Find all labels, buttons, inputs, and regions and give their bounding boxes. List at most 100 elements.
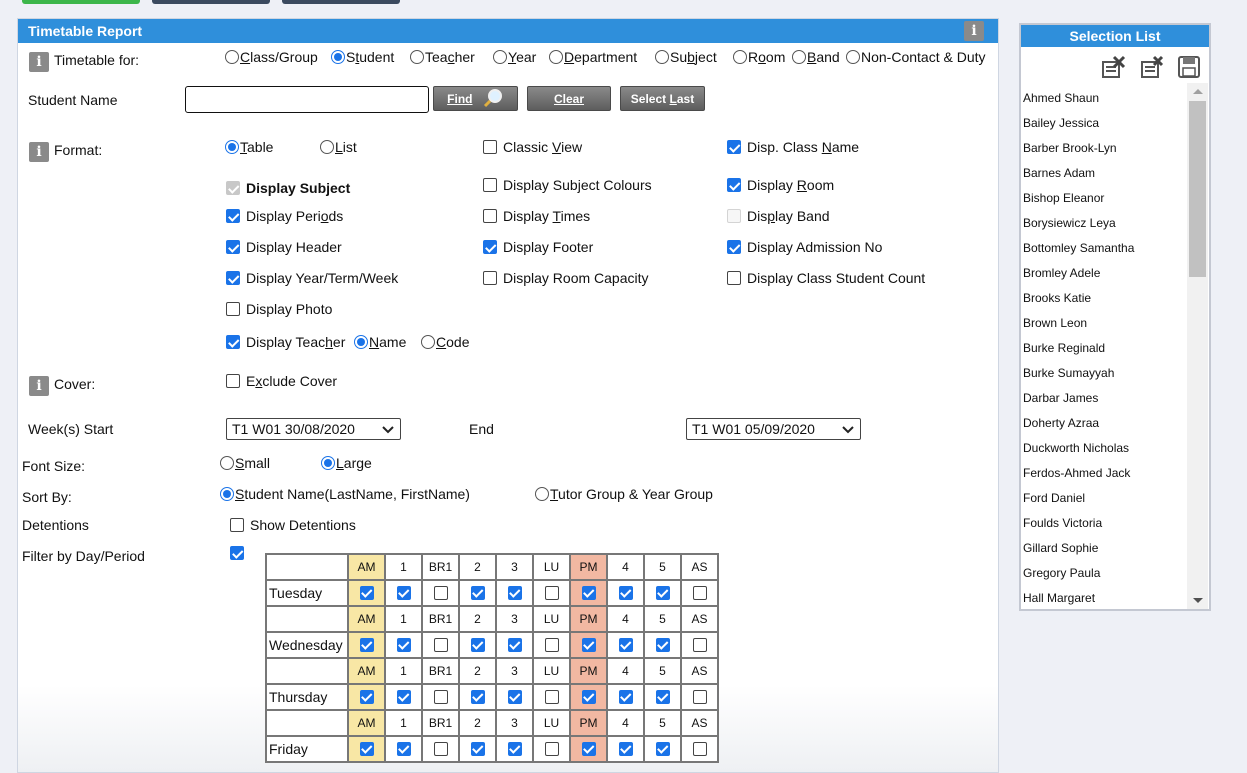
- period-checkbox[interactable]: [433, 741, 448, 756]
- list-item[interactable]: Gillard Sophie: [1023, 541, 1098, 555]
- remove-all-icon[interactable]: [1139, 54, 1165, 80]
- format-info-icon[interactable]: i: [29, 142, 49, 162]
- period-checkbox[interactable]: [396, 741, 411, 756]
- list-item[interactable]: Doherty Azraa: [1023, 416, 1099, 430]
- show-detentions-checkbox[interactable]: Show Detentions: [230, 516, 356, 534]
- period-checkbox[interactable]: [655, 585, 670, 600]
- period-checkbox[interactable]: [396, 689, 411, 704]
- period-checkbox[interactable]: [507, 689, 522, 704]
- period-checkbox[interactable]: [433, 637, 448, 652]
- list-item[interactable]: Burke Reginald: [1023, 341, 1105, 355]
- teacher-name-radio[interactable]: Name: [354, 333, 406, 351]
- period-checkbox[interactable]: [581, 585, 596, 600]
- cover-info-icon[interactable]: i: [29, 376, 49, 396]
- remove-selected-icon[interactable]: [1100, 54, 1126, 80]
- list-item[interactable]: Barnes Adam: [1023, 166, 1095, 180]
- period-checkbox[interactable]: [581, 689, 596, 704]
- period-checkbox[interactable]: [470, 689, 485, 704]
- period-checkbox[interactable]: [470, 585, 485, 600]
- disp-class-name-checkbox[interactable]: Disp. Class Name: [727, 138, 859, 156]
- period-checkbox[interactable]: [655, 741, 670, 756]
- period-checkbox[interactable]: [433, 689, 448, 704]
- list-item[interactable]: Bailey Jessica: [1023, 116, 1099, 130]
- period-checkbox[interactable]: [618, 585, 633, 600]
- student-name-input[interactable]: [185, 86, 429, 113]
- display-class-student-count-checkbox[interactable]: Display Class Student Count: [727, 269, 925, 287]
- top-green-button[interactable]: [22, 0, 140, 4]
- period-checkbox[interactable]: [396, 585, 411, 600]
- list-item[interactable]: Bottomley Samantha: [1023, 241, 1134, 255]
- list-item[interactable]: Ford Daniel: [1023, 491, 1085, 505]
- clear-button[interactable]: Clear: [527, 86, 611, 111]
- timetable-for-info-icon[interactable]: i: [29, 52, 49, 72]
- timetable-for-option[interactable]: Department: [549, 48, 637, 66]
- format-table-radio[interactable]: Table: [225, 138, 273, 156]
- display-room-checkbox[interactable]: Display Room: [727, 176, 834, 194]
- list-item[interactable]: Darbar James: [1023, 391, 1098, 405]
- period-checkbox[interactable]: [544, 637, 559, 652]
- format-list-radio[interactable]: List: [320, 138, 357, 156]
- period-checkbox[interactable]: [507, 741, 522, 756]
- week-start-select[interactable]: T1 W01 30/08/2020: [226, 418, 401, 440]
- period-checkbox[interactable]: [359, 689, 374, 704]
- timetable-for-option[interactable]: Subject: [655, 48, 717, 66]
- top-navy-button-2[interactable]: [282, 0, 400, 4]
- select-last-button[interactable]: Select Last: [620, 86, 705, 111]
- display-times-checkbox[interactable]: Display Times: [483, 207, 590, 225]
- sort-tutor-radio[interactable]: Tutor Group & Year Group: [535, 485, 713, 503]
- period-checkbox[interactable]: [692, 585, 707, 600]
- display-periods-checkbox[interactable]: Display Periods: [226, 207, 343, 225]
- list-item[interactable]: Gregory Paula: [1023, 566, 1100, 580]
- display-subject-colours-checkbox[interactable]: Display Subject Colours: [483, 176, 652, 194]
- timetable-for-option[interactable]: Band: [792, 48, 840, 66]
- period-checkbox[interactable]: [470, 637, 485, 652]
- display-photo-checkbox[interactable]: Display Photo: [226, 300, 332, 318]
- list-item[interactable]: Borysiewicz Leya: [1023, 216, 1116, 230]
- period-checkbox[interactable]: [507, 585, 522, 600]
- timetable-for-option[interactable]: Student: [331, 48, 394, 66]
- list-item[interactable]: Hall Margaret: [1023, 591, 1095, 605]
- header-info-icon[interactable]: i: [964, 21, 984, 41]
- period-checkbox[interactable]: [618, 689, 633, 704]
- scroll-up-icon[interactable]: [1193, 89, 1203, 94]
- display-room-capacity-checkbox[interactable]: Display Room Capacity: [483, 269, 649, 287]
- display-teacher-checkbox[interactable]: Display Teacher: [226, 333, 345, 351]
- list-item[interactable]: Bromley Adele: [1023, 266, 1100, 280]
- period-checkbox[interactable]: [581, 637, 596, 652]
- period-checkbox[interactable]: [359, 741, 374, 756]
- display-footer-checkbox[interactable]: Display Footer: [483, 238, 593, 256]
- period-checkbox[interactable]: [655, 689, 670, 704]
- display-year-term-week-checkbox[interactable]: Display Year/Term/Week: [226, 269, 398, 287]
- timetable-for-option[interactable]: Non-Contact & Duty: [846, 48, 986, 66]
- teacher-code-radio[interactable]: Code: [421, 333, 469, 351]
- period-checkbox[interactable]: [507, 637, 522, 652]
- period-checkbox[interactable]: [618, 637, 633, 652]
- period-checkbox[interactable]: [470, 741, 485, 756]
- period-checkbox[interactable]: [359, 637, 374, 652]
- list-item[interactable]: Foulds Victoria: [1023, 516, 1102, 530]
- period-checkbox[interactable]: [692, 637, 707, 652]
- timetable-for-option[interactable]: Room: [733, 48, 785, 66]
- scroll-thumb[interactable]: [1189, 101, 1206, 277]
- list-item[interactable]: Burke Sumayyah: [1023, 366, 1114, 380]
- find-button[interactable]: Find: [433, 86, 518, 111]
- save-icon[interactable]: [1176, 54, 1202, 80]
- exclude-cover-checkbox[interactable]: Exclude Cover: [226, 372, 337, 390]
- top-navy-button-1[interactable]: [152, 0, 270, 4]
- list-item[interactable]: Barber Brook-Lyn: [1023, 141, 1117, 155]
- list-item[interactable]: Ferdos-Ahmed Jack: [1023, 466, 1130, 480]
- selection-scrollbar[interactable]: [1187, 83, 1208, 609]
- display-admission-no-checkbox[interactable]: Display Admission No: [727, 238, 882, 256]
- period-checkbox[interactable]: [692, 689, 707, 704]
- filter-checkbox[interactable]: [230, 544, 250, 562]
- period-checkbox[interactable]: [544, 689, 559, 704]
- font-large-radio[interactable]: Large: [321, 454, 372, 472]
- sort-student-radio[interactable]: Student Name(LastName, FirstName): [220, 485, 470, 503]
- list-item[interactable]: Bishop Eleanor: [1023, 191, 1104, 205]
- list-item[interactable]: Brooks Katie: [1023, 291, 1091, 305]
- period-checkbox[interactable]: [433, 585, 448, 600]
- list-item[interactable]: Brown Leon: [1023, 316, 1087, 330]
- period-checkbox[interactable]: [655, 637, 670, 652]
- scroll-down-icon[interactable]: [1193, 598, 1203, 603]
- period-checkbox[interactable]: [618, 741, 633, 756]
